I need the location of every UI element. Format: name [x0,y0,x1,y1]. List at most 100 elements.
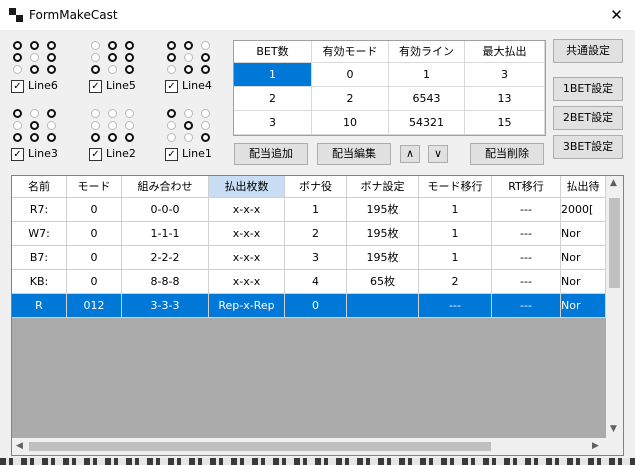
grid-cell[interactable]: 0 [67,270,122,294]
delete-payout-button[interactable]: 配当削除 [470,143,544,165]
inactive-dot-icon [13,65,22,74]
close-icon: ✕ [610,6,623,24]
common-settings-button[interactable]: 共通設定 [553,39,623,63]
grid-cell[interactable]: 0 [67,246,122,270]
scroll-left-arrow-icon[interactable]: ◀ [16,441,23,451]
horizontal-scroll-thumb[interactable] [29,442,491,451]
grid-cell[interactable]: 3 [285,246,347,270]
inactive-dot-icon [167,133,176,142]
grid-cell[interactable]: 2 [285,222,347,246]
grid-cell[interactable]: 2-2-2 [122,246,209,270]
active-dot-icon [47,109,56,118]
grid-cell[interactable]: --- [492,294,561,318]
bet1-settings-button[interactable]: 1BET設定 [553,77,623,101]
checkbox-icon[interactable]: ✓ [165,148,178,161]
grid-column-header[interactable]: 払出待 [561,176,606,198]
bet-table-cell[interactable]: 3 [234,111,312,135]
checkbox-icon[interactable]: ✓ [165,80,178,93]
move-up-button[interactable]: ∧ [400,145,420,163]
grid-cell[interactable]: Nor [561,222,606,246]
grid-cell[interactable]: --- [492,222,561,246]
grid-cell[interactable]: --- [492,246,561,270]
grid-cell[interactable]: 0 [67,198,122,222]
bet-table-cell[interactable]: 15 [465,111,545,135]
grid-column-header[interactable]: 組み合わせ [122,176,209,198]
grid-cell[interactable]: 0 [285,294,347,318]
grid-column-header[interactable]: 払出枚数 [209,176,285,198]
grid-cell[interactable]: 3-3-3 [122,294,209,318]
vertical-scroll-thumb[interactable] [609,198,620,288]
bet-table-cell[interactable]: 1 [389,63,465,87]
grid-cell[interactable]: 8-8-8 [122,270,209,294]
grid-cell[interactable]: R [12,294,67,318]
grid-cell[interactable]: 1-1-1 [122,222,209,246]
grid-cell[interactable]: 65枚 [347,270,419,294]
grid-cell[interactable]: 012 [67,294,122,318]
edit-payout-button[interactable]: 配当編集 [317,143,391,165]
grid-cell[interactable]: 2 [419,270,492,294]
checkbox-icon[interactable]: ✓ [89,80,102,93]
grid-cell[interactable]: x-x-x [209,246,285,270]
vertical-scrollbar[interactable]: ▲ ▼ [606,176,623,438]
grid-cell[interactable]: x-x-x [209,198,285,222]
grid-cell[interactable]: 0-0-0 [122,198,209,222]
grid-column-header[interactable]: ボナ役 [285,176,347,198]
scroll-up-arrow-icon[interactable]: ▲ [610,178,617,188]
move-down-button[interactable]: ∨ [428,145,448,163]
grid-cell[interactable]: Nor [561,294,606,318]
checkbox-icon[interactable]: ✓ [11,80,24,93]
grid-cell[interactable]: B7: [12,246,67,270]
grid-cell[interactable]: --- [492,270,561,294]
checkbox-icon[interactable]: ✓ [11,148,24,161]
grid-column-header[interactable]: 名前 [12,176,67,198]
bet-table-cell[interactable]: 13 [465,87,545,111]
grid-cell[interactable]: 0 [67,222,122,246]
bet-table-cell[interactable]: 2 [312,87,389,111]
grid-cell[interactable]: R7: [12,198,67,222]
inactive-dot-icon [201,121,210,130]
bet-table-cell[interactable]: 2 [234,87,312,111]
grid-cell[interactable]: W7: [12,222,67,246]
grid-cell[interactable]: Rep-x-Rep [209,294,285,318]
grid-cell[interactable]: x-x-x [209,222,285,246]
bet-table[interactable]: BET数 有効モード 有効ライン 最大払出 1 0 1 3 2 2 6543 13 3 10 54321 15 [233,40,546,136]
grid-column-header[interactable]: モード [67,176,122,198]
grid-cell[interactable]: 2000[ [561,198,606,222]
grid-cell[interactable] [347,294,419,318]
active-dot-icon [13,53,22,62]
bet-table-cell[interactable]: 3 [465,63,545,87]
grid-cell[interactable]: --- [419,294,492,318]
scroll-down-arrow-icon[interactable]: ▼ [610,424,617,434]
grid-cell[interactable]: 1 [419,246,492,270]
scroll-right-arrow-icon[interactable]: ▶ [592,441,599,451]
grid-cell[interactable]: 1 [285,198,347,222]
grid-cell[interactable]: 4 [285,270,347,294]
grid-column-header[interactable]: RT移行 [492,176,561,198]
add-payout-button[interactable]: 配当追加 [234,143,308,165]
bet-table-cell[interactable]: 6543 [389,87,465,111]
grid-cell[interactable]: x-x-x [209,270,285,294]
grid-cell[interactable]: Nor [561,270,606,294]
bet-table-cell[interactable]: 54321 [389,111,465,135]
grid-cell[interactable]: KB: [12,270,67,294]
bet3-settings-button[interactable]: 3BET設定 [553,135,623,159]
grid-cell[interactable]: 1 [419,222,492,246]
bet2-settings-button[interactable]: 2BET設定 [553,106,623,130]
close-button[interactable]: ✕ [598,0,635,30]
bet-table-cell[interactable]: 0 [312,63,389,87]
horizontal-scrollbar[interactable]: ◀ ▶ [12,438,606,455]
grid-cell[interactable]: Nor [561,246,606,270]
grid-column-header[interactable]: モード移行 [419,176,492,198]
grid-cell[interactable]: 1 [419,198,492,222]
grid-column-header[interactable]: ボナ設定 [347,176,419,198]
active-dot-icon [201,53,210,62]
grid-cell[interactable]: 195枚 [347,222,419,246]
checkbox-icon[interactable]: ✓ [89,148,102,161]
bet-table-cell[interactable]: 1 [234,63,312,87]
grid-cell[interactable]: 195枚 [347,246,419,270]
bet-table-cell[interactable]: 10 [312,111,389,135]
bet-table-header: BET数 [234,41,312,63]
payout-grid[interactable]: Nor --- --- 0 Rep-x-Rep 3-3-3 012 R Nor --- 2 65枚 4 x… [11,175,624,456]
grid-cell[interactable]: --- [492,198,561,222]
grid-cell[interactable]: 195枚 [347,198,419,222]
